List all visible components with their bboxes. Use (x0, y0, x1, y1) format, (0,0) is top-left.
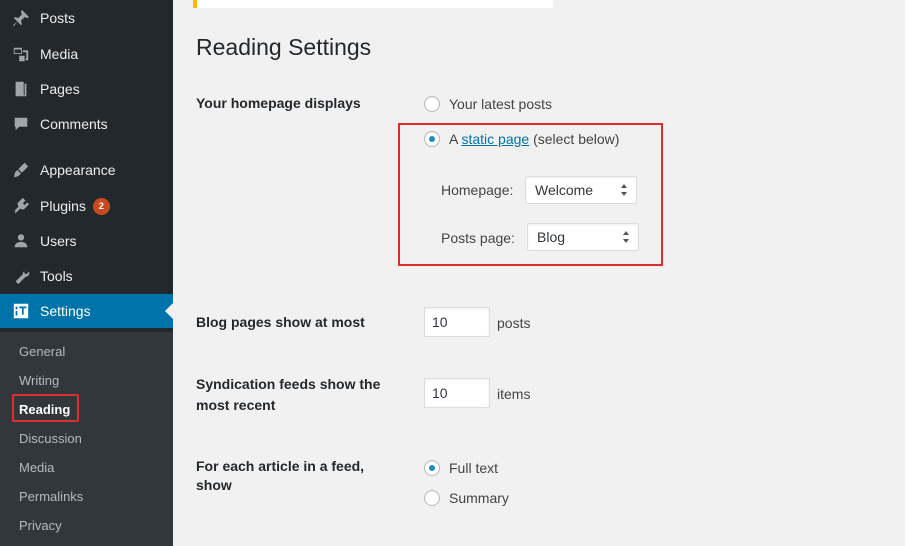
radio-latest-posts[interactable] (424, 96, 440, 112)
sidebar-item-pages[interactable]: Pages (0, 72, 173, 106)
sidebar-item-media[interactable]: Media (0, 37, 173, 71)
sidebar-item-label: Tools (40, 268, 73, 284)
radio-summary-option[interactable]: Summary (424, 490, 509, 506)
sidebar-item-appearance[interactable]: Appearance (0, 153, 173, 187)
media-icon (11, 44, 31, 64)
active-menu-arrow (165, 303, 173, 319)
settings-icon (11, 301, 31, 321)
submenu-item-discussion[interactable]: Discussion (0, 424, 173, 452)
sidebar-item-label: Comments (40, 116, 108, 132)
items-unit-label: items (497, 386, 531, 402)
appearance-icon (11, 160, 31, 180)
radio-full-text-label: Full text (449, 460, 499, 476)
sidebar-item-label: Appearance (40, 162, 116, 178)
submenu-item-privacy[interactable]: Privacy (0, 511, 173, 539)
sidebar-item-posts[interactable]: Posts (0, 1, 173, 35)
sidebar-item-users[interactable]: Users (0, 224, 173, 258)
sidebar-item-label: Plugins (40, 198, 86, 214)
submenu-item-media[interactable]: Media (0, 453, 173, 481)
syndication-label-line1: Syndication feeds show the (196, 376, 381, 392)
sidebar-item-tools[interactable]: Tools (0, 259, 173, 293)
posts-per-page-input[interactable]: 10 (424, 307, 490, 337)
sidebar-item-label: Media (40, 46, 79, 62)
sidebar-item-comments[interactable]: Comments (0, 107, 173, 141)
users-icon (11, 231, 31, 251)
sidebar-item-label: Users (40, 233, 77, 249)
admin-sidebar: Posts Media Pages Comments Appearance Pl… (0, 0, 173, 546)
submenu-item-general[interactable]: General (0, 337, 173, 365)
posts-per-rss-input[interactable]: 10 (424, 378, 490, 408)
feed-article-label-line2: show (196, 477, 232, 493)
page-edge (905, 0, 911, 546)
radio-latest-posts-label: Your latest posts (449, 96, 552, 112)
pages-icon (11, 79, 31, 99)
homepage-displays-label: Your homepage displays (196, 95, 361, 111)
tools-icon (11, 266, 31, 286)
sidebar-item-label: Posts (40, 10, 76, 26)
pin-icon (11, 8, 31, 28)
radio-full-text-option[interactable]: Full text (424, 460, 498, 476)
plugins-icon (11, 196, 31, 216)
sidebar-item-settings[interactable]: Settings (0, 294, 173, 328)
submenu-item-permalinks[interactable]: Permalinks (0, 482, 173, 510)
plugins-update-count-badge: 2 (92, 197, 110, 215)
radio-summary[interactable] (424, 490, 440, 506)
sidebar-item-label: Pages (40, 81, 80, 97)
reading-highlight-box (12, 394, 79, 422)
posts-unit-label: posts (497, 315, 531, 331)
static-page-highlight-box (398, 123, 663, 266)
syndication-label-line2: most recent (196, 397, 276, 413)
comments-icon (11, 114, 31, 134)
radio-latest-posts-option[interactable]: Your latest posts (424, 96, 552, 112)
sidebar-item-plugins[interactable]: Plugins 2 (0, 189, 173, 223)
admin-notice-bar (193, 0, 553, 8)
radio-summary-label: Summary (449, 490, 509, 506)
settings-submenu: General Writing Reading Discussion Media… (0, 332, 173, 546)
page-title: Reading Settings (196, 34, 372, 60)
feed-article-label-line1: For each article in a feed, (196, 458, 365, 474)
blog-pages-label: Blog pages show at most (196, 314, 365, 330)
radio-full-text[interactable] (424, 460, 440, 476)
sidebar-item-label: Settings (40, 303, 91, 319)
submenu-item-writing[interactable]: Writing (0, 366, 173, 394)
